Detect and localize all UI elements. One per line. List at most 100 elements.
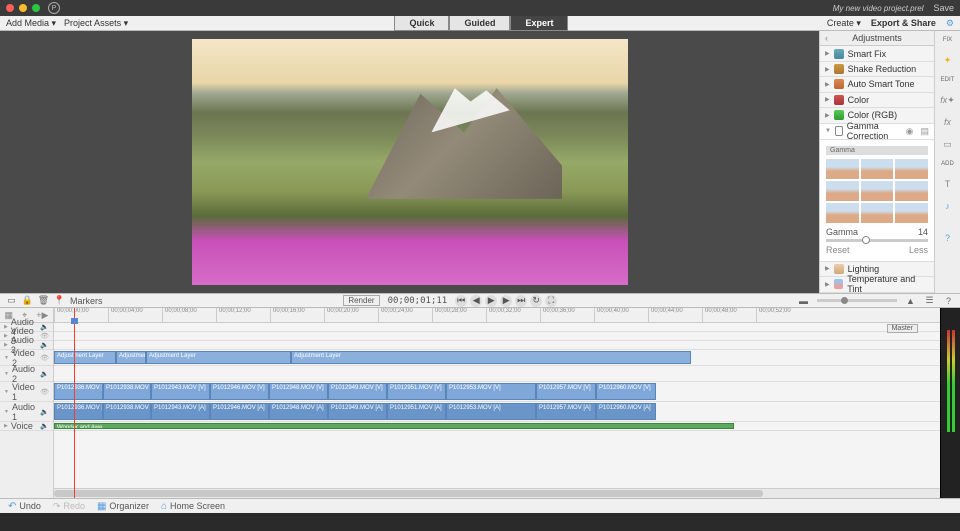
close-window[interactable] bbox=[6, 4, 14, 12]
clip-audio[interactable]: P1012938.MOV [A] bbox=[103, 403, 151, 420]
clip-audio[interactable]: P1012957.MOV [A] bbox=[536, 403, 596, 420]
music-icon[interactable]: ♪ bbox=[939, 197, 957, 215]
gamma-preset[interactable] bbox=[826, 181, 859, 201]
minimize-window[interactable] bbox=[19, 4, 27, 12]
titles-icon[interactable]: T bbox=[939, 175, 957, 193]
gamma-preset[interactable] bbox=[861, 203, 894, 223]
mute-icon[interactable]: 🔈 bbox=[40, 422, 49, 430]
effects-fx-icon[interactable]: fx✦ bbox=[939, 91, 957, 109]
track-header[interactable]: ▼Audio 2🔈 bbox=[0, 366, 53, 382]
project-assets-menu[interactable]: Project Assets ▾ bbox=[64, 18, 128, 29]
scrollbar-thumb[interactable] bbox=[54, 490, 763, 497]
clip-audio[interactable]: P1012936.MOV [A] bbox=[54, 403, 103, 420]
mute-icon[interactable]: 🔈 bbox=[40, 370, 49, 378]
clip-audio[interactable]: P1012943.MOV [A] bbox=[151, 403, 210, 420]
track-audio1[interactable]: P1012936.MOV [A]P1012938.MOV [A]P1012943… bbox=[54, 402, 940, 422]
gamma-preset[interactable] bbox=[895, 181, 928, 201]
gamma-preset[interactable] bbox=[826, 159, 859, 179]
menu-icon[interactable]: ▤ bbox=[920, 126, 929, 137]
clip-adjustment-layer[interactable]: Adjustment Layer bbox=[54, 351, 116, 364]
track-header[interactable]: ▼Video 1👁 bbox=[0, 382, 53, 402]
mute-icon[interactable]: 🔈 bbox=[40, 408, 49, 416]
adjust-tool-icon[interactable]: ✦ bbox=[939, 51, 957, 69]
gamma-preset[interactable] bbox=[895, 159, 928, 179]
clip-video[interactable]: P1012943.MOV [V] bbox=[151, 383, 210, 400]
mode-quick[interactable]: Quick bbox=[394, 15, 449, 31]
loop-icon[interactable]: ↻ bbox=[530, 295, 542, 307]
adjust-shake-reduction[interactable]: ▶Shake Reduction bbox=[820, 62, 934, 77]
zoom-slider[interactable] bbox=[817, 299, 897, 302]
clip-video[interactable]: P1012951.MOV [V] bbox=[387, 383, 446, 400]
undo-button[interactable]: ↶Undo bbox=[8, 501, 41, 512]
master-label[interactable]: Master bbox=[887, 324, 918, 333]
eye-icon[interactable]: 👁 bbox=[40, 354, 49, 362]
track-audio4[interactable] bbox=[54, 323, 940, 332]
mode-guided[interactable]: Guided bbox=[449, 15, 510, 31]
clip-video[interactable]: P1012957.MOV [V] bbox=[536, 383, 596, 400]
marker-icon[interactable]: 📍 bbox=[54, 295, 65, 306]
track-header[interactable]: ▼Audio 1🔈 bbox=[0, 402, 53, 422]
gamma-slider[interactable] bbox=[826, 239, 928, 242]
track-video1[interactable]: P1012936.MOV [V]P1012938.MOV [V]P1012943… bbox=[54, 382, 940, 402]
track-voice[interactable]: Wonder and Awe bbox=[54, 422, 940, 431]
step-fwd-icon[interactable]: ▶ bbox=[500, 295, 512, 307]
clip-adjustment-layer[interactable]: Adjustment Layer bbox=[146, 351, 291, 364]
save-button[interactable]: Save bbox=[933, 3, 954, 13]
clip-audio[interactable]: P1012946.MOV [A] bbox=[210, 403, 269, 420]
clip-video[interactable]: P1012953.MOV [V] bbox=[446, 383, 536, 400]
step-back-icon[interactable]: ◀ bbox=[470, 295, 482, 307]
clip-video[interactable]: P1012946.MOV [V] bbox=[210, 383, 269, 400]
clip-video[interactable]: P1012948.MOV [V] bbox=[269, 383, 328, 400]
create-menu[interactable]: Create ▾ bbox=[827, 18, 861, 29]
markers-label[interactable]: Markers bbox=[70, 296, 103, 306]
goto-end-icon[interactable]: ⏭ bbox=[515, 295, 527, 307]
clip-audio[interactable]: P1012949.MOV [A] bbox=[328, 403, 387, 420]
transitions-icon[interactable]: ▭ bbox=[939, 135, 957, 153]
less-button[interactable]: Less bbox=[909, 245, 928, 255]
reset-button[interactable]: Reset bbox=[826, 245, 850, 255]
clip-video[interactable]: P1012960.MOV [V] bbox=[596, 383, 656, 400]
clip-adjustment-layer[interactable]: Adjustment Layer bbox=[291, 351, 691, 364]
adjust-smart-fix[interactable]: ▶Smart Fix bbox=[820, 46, 934, 61]
clip-video[interactable]: P1012938.MOV [V] bbox=[103, 383, 151, 400]
track-video2[interactable]: Adjustment LayerAdjustment LayerAdjustme… bbox=[54, 350, 940, 366]
adjust-color[interactable]: ▶Color bbox=[820, 93, 934, 108]
preview-monitor[interactable] bbox=[0, 31, 819, 293]
clip-audio[interactable]: P1012960.MOV [A] bbox=[596, 403, 656, 420]
zoom-knob[interactable] bbox=[841, 297, 848, 304]
rail-fix-tab[interactable]: FIX bbox=[936, 33, 960, 47]
effects-icon[interactable]: fx bbox=[939, 113, 957, 131]
rail-edit-tab[interactable]: EDIT bbox=[936, 73, 960, 87]
gamma-preset[interactable] bbox=[861, 181, 894, 201]
toggle-visibility-icon[interactable]: ◉ bbox=[906, 126, 914, 137]
add-media-menu[interactable]: Add Media ▾ bbox=[6, 18, 56, 29]
tool-lock-icon[interactable]: 🔒 bbox=[22, 295, 33, 306]
play-icon[interactable]: ▶ bbox=[485, 295, 497, 307]
track-header[interactable]: ▶Voice🔈 bbox=[0, 422, 53, 431]
clip-audio[interactable]: P1012953.MOV [A] bbox=[446, 403, 536, 420]
organizer-button[interactable]: ▦Organizer bbox=[97, 501, 149, 512]
adjust-gamma-correction[interactable]: ▼Gamma Correction◉▤ bbox=[820, 124, 934, 140]
fullscreen-icon[interactable]: ⛶ bbox=[545, 295, 557, 307]
gamma-preset[interactable] bbox=[826, 203, 859, 223]
home-button[interactable]: ⌂Home Screen bbox=[161, 501, 225, 512]
mute-icon[interactable]: 🔈 bbox=[40, 323, 49, 331]
timeline-menu-icon[interactable]: ☰ bbox=[924, 295, 935, 306]
gamma-preset[interactable] bbox=[861, 159, 894, 179]
goto-start-icon[interactable]: ⏮ bbox=[455, 295, 467, 307]
tool-trash-icon[interactable]: 🗑 bbox=[38, 295, 49, 306]
adjust-temperature-tint[interactable]: ▶Temperature and Tint bbox=[820, 277, 934, 293]
mode-expert[interactable]: Expert bbox=[510, 15, 568, 31]
clip-video[interactable]: P1012949.MOV [V] bbox=[328, 383, 387, 400]
track-audio3[interactable] bbox=[54, 341, 940, 350]
clip-video[interactable]: P1012936.MOV [V] bbox=[54, 383, 103, 400]
zoom-out-icon[interactable]: ▬ bbox=[798, 295, 809, 306]
settings-icon[interactable]: ⚙ bbox=[946, 18, 954, 29]
render-button[interactable]: Render bbox=[343, 295, 379, 306]
export-share-button[interactable]: Export & Share bbox=[871, 18, 936, 28]
track-add-icon[interactable]: +▶ bbox=[36, 310, 48, 321]
timeline-help-icon[interactable]: ? bbox=[943, 295, 954, 306]
clip-adjustment-layer[interactable]: Adjustment Layer bbox=[116, 351, 146, 364]
help-icon[interactable]: ? bbox=[939, 229, 957, 247]
gamma-preset[interactable] bbox=[895, 203, 928, 223]
